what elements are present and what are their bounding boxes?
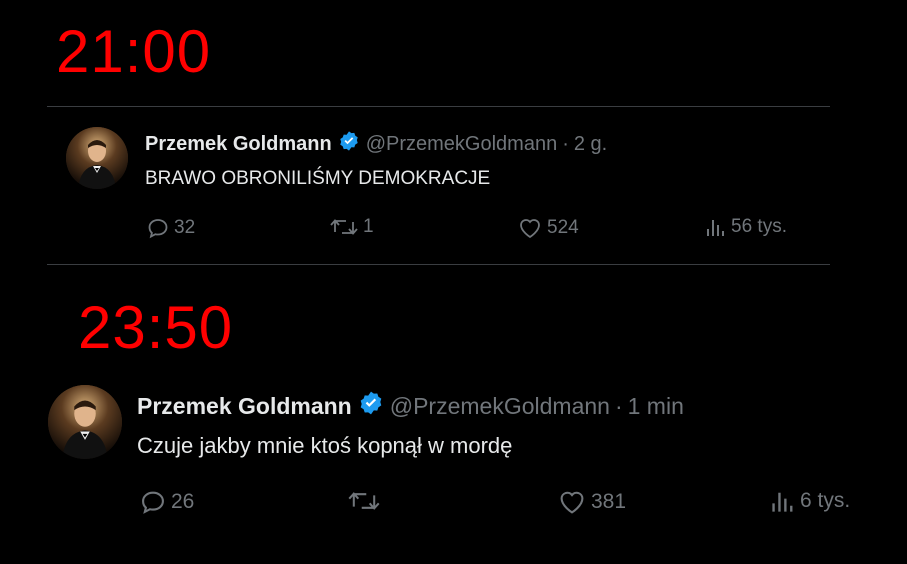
divider-bottom [47, 264, 830, 265]
reply-button[interactable]: 32 [146, 216, 195, 240]
retweet-icon [330, 219, 358, 235]
avatar[interactable] [48, 385, 122, 459]
analytics-icon [772, 492, 793, 512]
views-button[interactable]: 56 tys. [705, 216, 787, 238]
views-count: 56 tys. [731, 216, 787, 237]
time-label-2350: 23:50 [78, 294, 234, 361]
analytics-icon [707, 220, 724, 236]
time-label-2100: 21:00 [56, 18, 212, 85]
divider-top [47, 106, 830, 107]
tweet-timestamp[interactable]: 1 min [628, 393, 684, 420]
avatar[interactable] [66, 127, 128, 189]
like-count: 524 [547, 217, 579, 238]
like-count: 381 [591, 490, 627, 513]
tweet-timestamp[interactable]: 2 g. [574, 133, 607, 156]
author-name[interactable]: Przemek Goldmann [137, 393, 352, 420]
author-handle[interactable]: @PrzemekGoldmann [390, 393, 610, 420]
retweet-button[interactable]: 1 [329, 216, 374, 238]
like-button[interactable]: 381 [557, 488, 626, 516]
author-name[interactable]: Przemek Goldmann [145, 133, 332, 156]
reply-count: 32 [174, 217, 196, 238]
verified-badge-icon [358, 390, 384, 422]
retweet-count: 1 [363, 216, 374, 237]
tweet-header: Przemek Goldmann @PrzemekGoldmann · 2 g. [145, 130, 607, 158]
tweet-header: Przemek Goldmann @PrzemekGoldmann · 1 mi… [137, 390, 684, 422]
reply-icon [142, 491, 164, 514]
separator-dot: · [562, 132, 569, 155]
tweet-card[interactable]: Przemek Goldmann @PrzemekGoldmann · 1 mi… [0, 380, 907, 530]
tweet-text: BRAWO OBRONILIŚMY DEMOKRACJE [145, 168, 491, 189]
views-button[interactable]: 6 tys. [770, 488, 853, 514]
retweet-button[interactable] [347, 488, 385, 514]
avatar-photo-icon [66, 127, 128, 189]
reply-count: 26 [171, 490, 195, 513]
separator-dot: · [614, 392, 623, 419]
avatar-photo-icon [48, 385, 122, 459]
verified-badge-icon [338, 130, 360, 158]
like-button[interactable]: 524 [517, 216, 579, 240]
views-count: 6 tys. [800, 489, 851, 512]
reply-button[interactable]: 26 [139, 488, 194, 516]
retweet-icon [348, 492, 380, 510]
tweet-text: Czuje jakby mnie ktoś kopnął w mordę [137, 433, 513, 458]
reply-icon [148, 219, 168, 239]
author-handle[interactable]: @PrzemekGoldmann [366, 133, 557, 156]
heart-icon [520, 219, 540, 239]
heart-icon [560, 491, 584, 514]
tweet-card[interactable]: Przemek Goldmann @PrzemekGoldmann · 2 g.… [0, 120, 907, 260]
